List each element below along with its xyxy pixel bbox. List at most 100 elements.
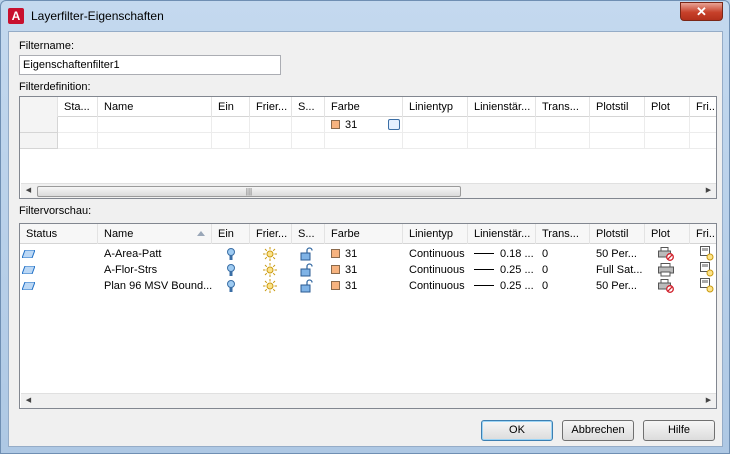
def-cell-plot[interactable] [645, 133, 690, 149]
help-button[interactable]: Hilfe [643, 420, 715, 441]
printer-plot-icon[interactable] [658, 263, 674, 277]
unlocked-padlock-icon[interactable] [300, 263, 314, 277]
def-cell-transparency[interactable] [536, 117, 590, 133]
def-cell-lock[interactable] [292, 133, 325, 149]
table-row[interactable]: A-Flor-Strs 31 Continuous 0.25 ... 0 Ful… [20, 262, 716, 278]
def-cell-name[interactable] [98, 133, 212, 149]
viewport-freeze-icon[interactable] [700, 278, 714, 293]
sun-thawed-icon[interactable] [263, 279, 277, 293]
def-cell-status[interactable] [58, 133, 98, 149]
prev-col-linetype[interactable]: Linientyp [403, 224, 468, 244]
layer-transparency[interactable]: 0 [536, 246, 590, 262]
def-cell-color[interactable] [325, 133, 403, 149]
prev-col-status[interactable]: Status [20, 224, 98, 244]
sun-thawed-icon[interactable] [263, 263, 277, 277]
layer-color[interactable]: 31 [325, 262, 403, 278]
layer-lineweight[interactable]: 0.18 ... [468, 246, 536, 262]
prev-col-color[interactable]: Farbe [325, 224, 403, 244]
filterdefinition-grid[interactable]: Sta... Name Ein Frier... S... Farbe Lini… [19, 96, 717, 199]
preview-hscrollbar[interactable]: ◀ ▶ [21, 393, 716, 408]
def-cell-lineweight[interactable] [468, 133, 536, 149]
def-cell-vpfreeze[interactable] [690, 117, 716, 133]
def-col-lock[interactable]: S... [292, 97, 325, 117]
layer-plotstyle[interactable]: 50 Per... [590, 278, 645, 294]
def-cell-vpfreeze[interactable] [690, 133, 716, 149]
lightbulb-on-icon[interactable] [226, 263, 236, 277]
def-cell-on[interactable] [212, 133, 250, 149]
prev-col-freeze[interactable]: Frier... [250, 224, 292, 244]
prev-col-transparency[interactable]: Trans... [536, 224, 590, 244]
layer-linetype[interactable]: Continuous [403, 262, 468, 278]
def-col-freeze[interactable]: Frier... [250, 97, 292, 117]
lightbulb-on-icon[interactable] [226, 247, 236, 261]
def-col-name[interactable]: Name [98, 97, 212, 117]
prev-col-plotstyle[interactable]: Plotstil [590, 224, 645, 244]
layer-transparency[interactable]: 0 [536, 278, 590, 294]
table-row[interactable]: Plan 96 MSV Bound... 31 Continuous 0.25 … [20, 278, 716, 294]
def-col-linetype[interactable]: Linientyp [403, 97, 468, 117]
layer-name[interactable]: Plan 96 MSV Bound... [98, 278, 212, 294]
printer-no-plot-icon[interactable] [658, 247, 674, 261]
close-button[interactable]: ✕ [680, 2, 723, 21]
def-col-lineweight[interactable]: Linienstär... [468, 97, 536, 117]
prev-col-on[interactable]: Ein [212, 224, 250, 244]
def-cell-on[interactable] [212, 117, 250, 133]
prev-col-plot[interactable]: Plot [645, 224, 690, 244]
def-cell-name[interactable] [98, 117, 212, 133]
layer-color[interactable]: 31 [325, 278, 403, 294]
printer-no-plot-icon[interactable] [658, 279, 674, 293]
scroll-right-arrow-icon[interactable]: ▶ [701, 394, 716, 408]
def-cell-transparency[interactable] [536, 133, 590, 149]
layer-plotstyle[interactable]: Full Sat... [590, 262, 645, 278]
prev-col-vpfreeze[interactable]: Fri... [690, 224, 716, 244]
def-col-color[interactable]: Farbe [325, 97, 403, 117]
definition-row[interactable] [20, 133, 716, 149]
scroll-thumb[interactable]: ||| [37, 186, 461, 197]
def-col-status[interactable]: Sta... [58, 97, 98, 117]
cancel-button[interactable]: Abbrechen [562, 420, 634, 441]
def-cell-plotstyle[interactable] [590, 117, 645, 133]
sun-thawed-icon[interactable] [263, 247, 277, 261]
lightbulb-on-icon[interactable] [226, 279, 236, 293]
ok-button[interactable]: OK [481, 420, 553, 441]
layer-plotstyle[interactable]: 50 Per... [590, 246, 645, 262]
filtername-input[interactable] [19, 55, 281, 75]
prev-col-lock[interactable]: S... [292, 224, 325, 244]
definition-row[interactable]: 31 [20, 117, 716, 133]
def-col-plot[interactable]: Plot [645, 97, 690, 117]
filtervorschau-grid[interactable]: Status Name Ein Frier... S... Farbe Lini… [19, 223, 717, 409]
layer-linetype[interactable]: Continuous [403, 246, 468, 262]
definition-hscrollbar[interactable]: ◀ ||| ▶ [21, 183, 716, 198]
layer-name[interactable]: A-Area-Patt [98, 246, 212, 262]
def-cell-lock[interactable] [292, 117, 325, 133]
def-cell-plotstyle[interactable] [590, 133, 645, 149]
viewport-freeze-icon[interactable] [700, 262, 714, 277]
def-cell-status[interactable] [58, 117, 98, 133]
layer-transparency[interactable]: 0 [536, 262, 590, 278]
def-cell-color[interactable]: 31 [325, 117, 403, 133]
scroll-right-arrow-icon[interactable]: ▶ [701, 184, 716, 198]
layer-lineweight[interactable]: 0.25 ... [468, 262, 536, 278]
table-row[interactable]: A-Area-Patt 31 Continuous 0.18 ... 0 50 … [20, 246, 716, 262]
scroll-left-arrow-icon[interactable]: ◀ [21, 394, 36, 408]
def-col-vpfreeze[interactable]: Fri... [690, 97, 716, 117]
layer-color[interactable]: 31 [325, 246, 403, 262]
layer-name[interactable]: A-Flor-Strs [98, 262, 212, 278]
scroll-left-arrow-icon[interactable]: ◀ [21, 184, 36, 198]
layer-linetype[interactable]: Continuous [403, 278, 468, 294]
def-col-on[interactable]: Ein [212, 97, 250, 117]
def-cell-freeze[interactable] [250, 117, 292, 133]
layer-lineweight[interactable]: 0.25 ... [468, 278, 536, 294]
def-col-transparency[interactable]: Trans... [536, 97, 590, 117]
def-cell-linetype[interactable] [403, 133, 468, 149]
unlocked-padlock-icon[interactable] [300, 279, 314, 293]
title-bar[interactable]: A Layerfilter-Eigenschaften ✕ [1, 1, 729, 31]
color-picker-button-icon[interactable] [388, 119, 400, 130]
def-cell-linetype[interactable] [403, 117, 468, 133]
def-cell-freeze[interactable] [250, 133, 292, 149]
def-cell-plot[interactable] [645, 117, 690, 133]
viewport-freeze-icon[interactable] [700, 246, 714, 261]
prev-col-name[interactable]: Name [98, 224, 212, 244]
prev-col-lineweight[interactable]: Linienstär... [468, 224, 536, 244]
unlocked-padlock-icon[interactable] [300, 247, 314, 261]
